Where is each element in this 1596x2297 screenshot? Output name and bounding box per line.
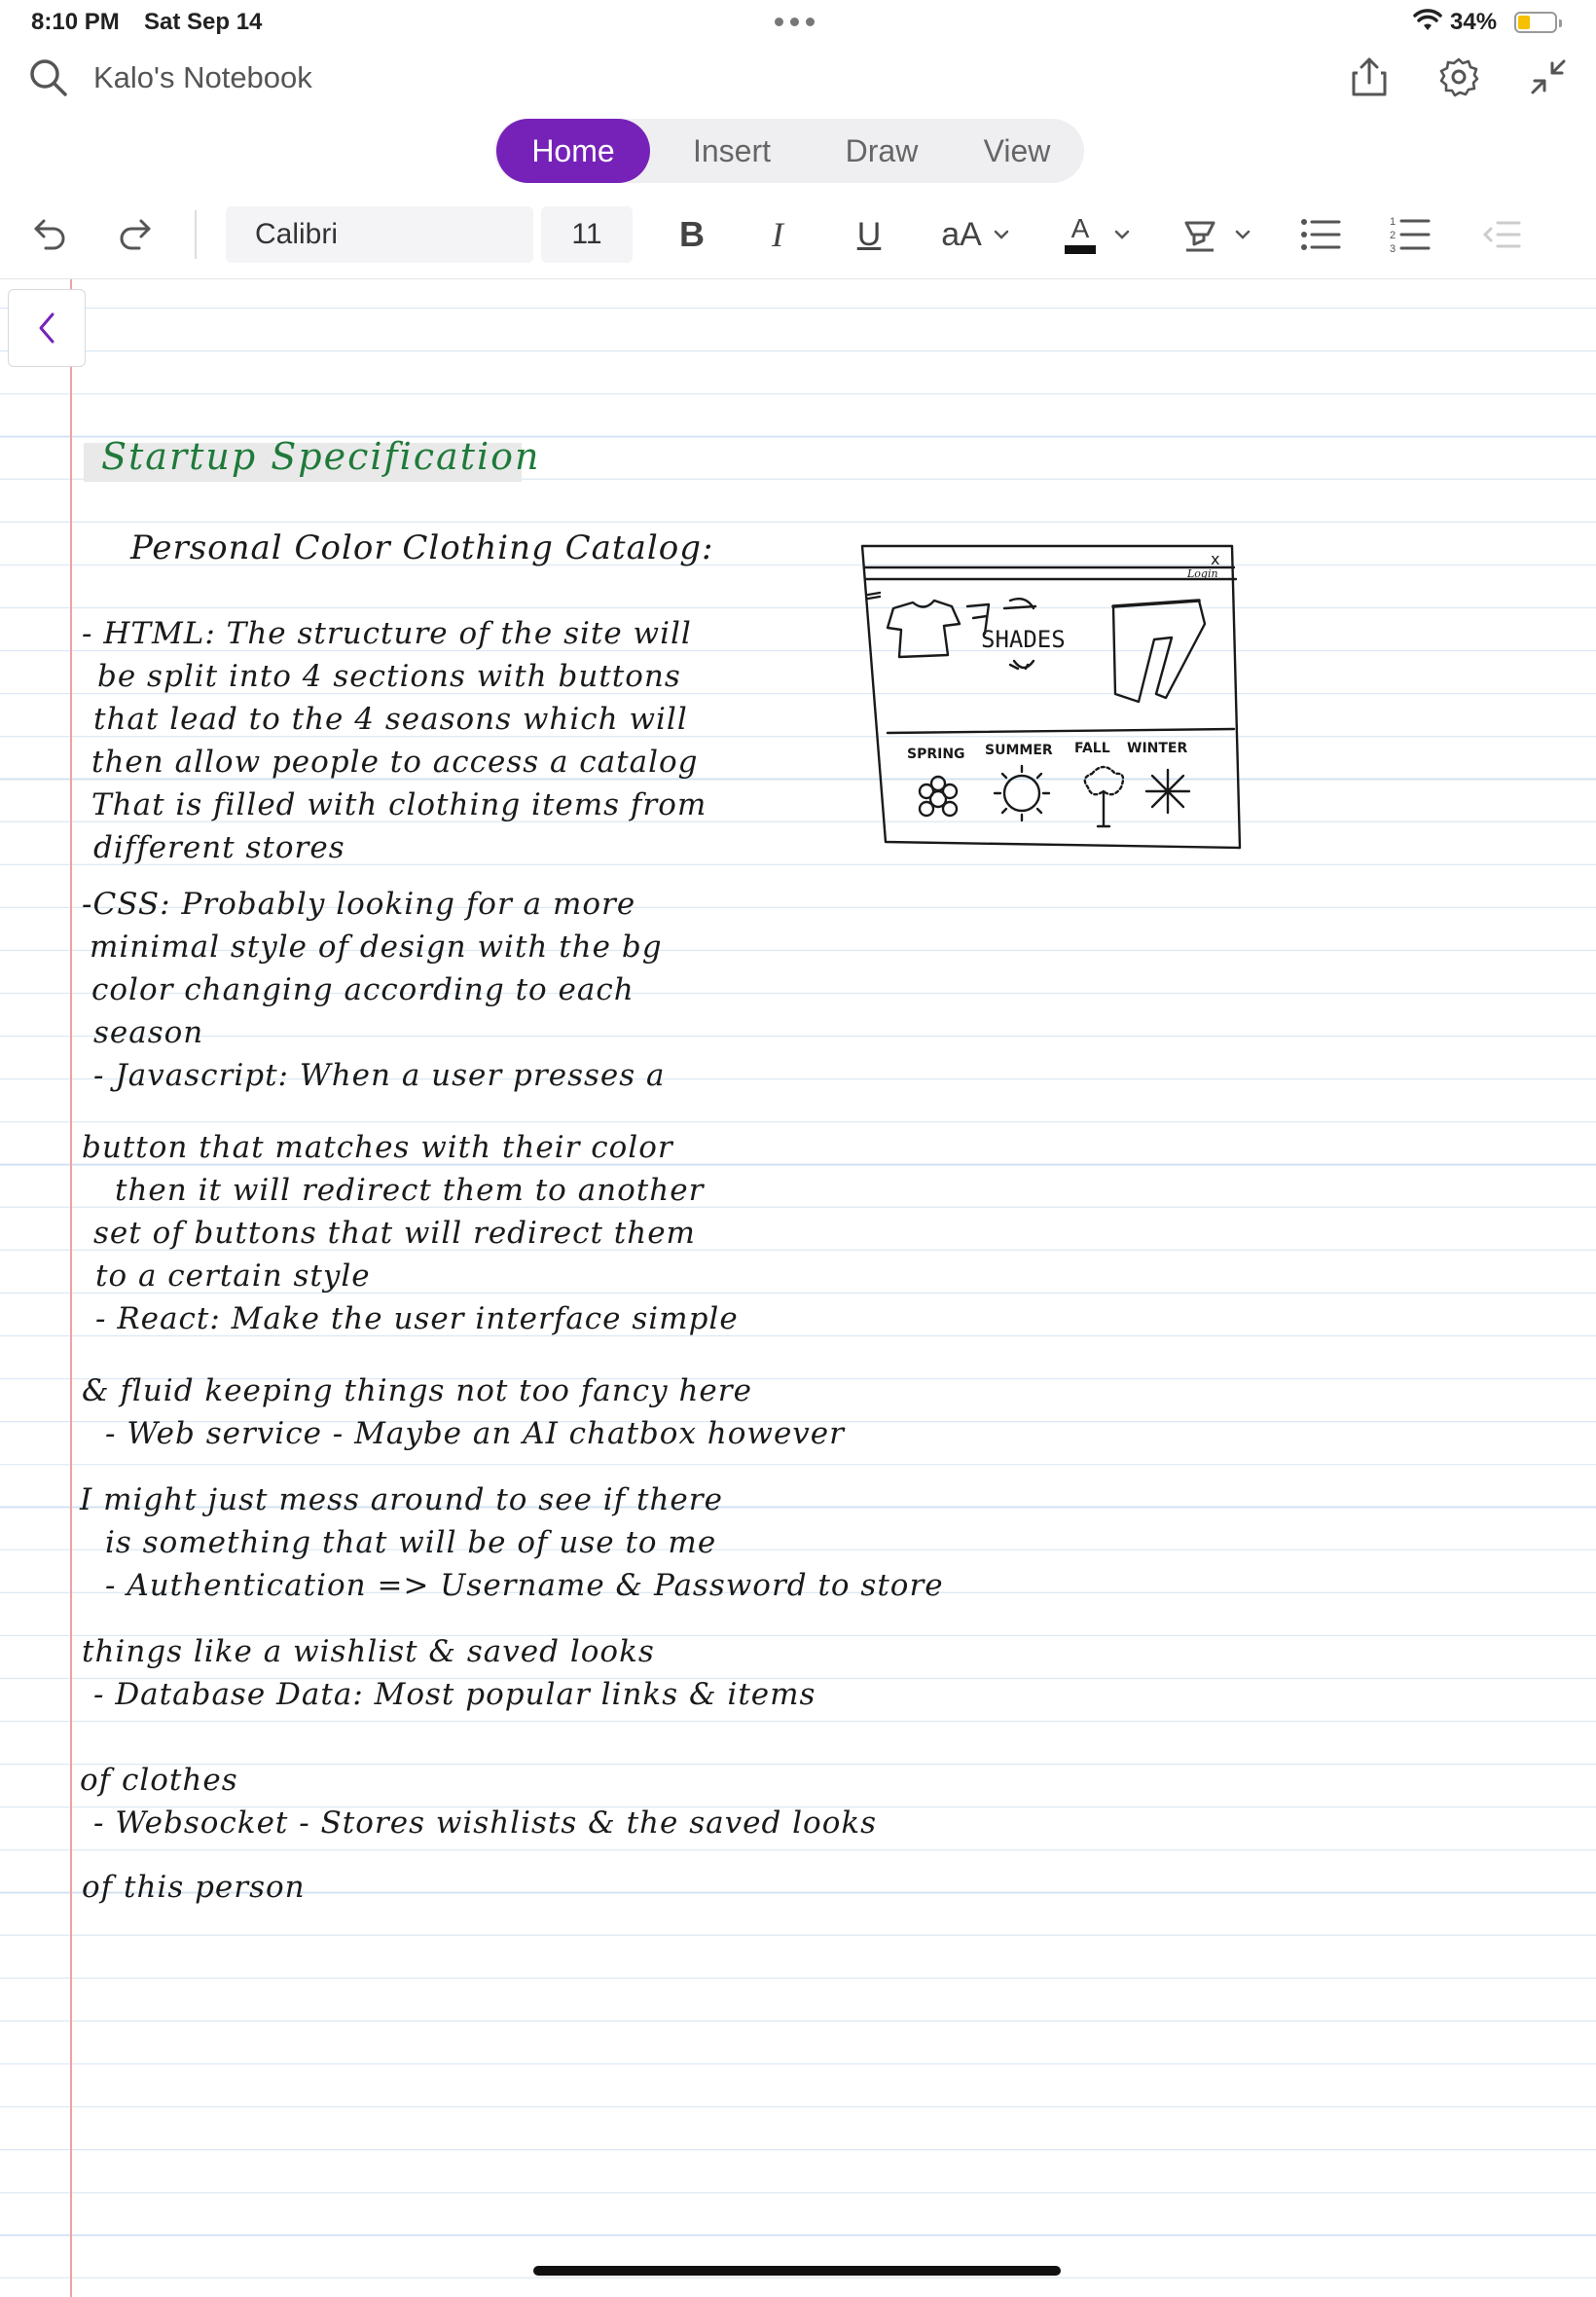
font-name-field[interactable]: Calibri — [226, 206, 533, 263]
note-line: button that matches with their color — [82, 1130, 673, 1165]
tree-icon — [1083, 765, 1125, 828]
note-line: different stores — [93, 830, 345, 865]
note-line: of this person — [82, 1870, 306, 1905]
search-icon[interactable] — [27, 56, 70, 99]
tab-draw[interactable]: Draw — [812, 119, 952, 183]
battery-icon — [1514, 12, 1562, 33]
sunglasses-icon — [1002, 598, 1037, 610]
note-line: then it will redirect them to another — [115, 1173, 705, 1208]
note-title: Startup Specification — [101, 435, 541, 478]
home-indicator[interactable] — [533, 2266, 1061, 2276]
chevron-down-icon[interactable] — [1109, 208, 1135, 261]
sketch-brand-text: SHADES — [981, 626, 1066, 653]
note-line: - HTML: The structure of the site will — [82, 616, 692, 651]
font-color-button[interactable]: A — [1061, 208, 1100, 261]
note-line: then allow people to access a catalog — [91, 745, 699, 780]
toolbar-divider — [195, 210, 197, 259]
snowflake-icon — [1144, 768, 1191, 815]
note-line: season — [93, 1015, 204, 1050]
title-bar: Kalo's Notebook — [0, 43, 1596, 111]
note-line: color changing according to each — [91, 972, 635, 1007]
sketch-season-fall: FALL — [1074, 741, 1110, 756]
underline-button[interactable]: U — [847, 208, 891, 261]
sketch-season-summer: SUMMER — [985, 743, 1053, 758]
flower-icon — [918, 775, 959, 818]
battery-percent: 34% — [1450, 9, 1498, 35]
redo-icon[interactable] — [109, 208, 162, 261]
shirt-icon — [886, 599, 961, 659]
settings-gear-icon[interactable] — [1434, 53, 1483, 101]
svg-text:3: 3 — [1390, 243, 1396, 254]
note-line: - Database Data: Most popular links & it… — [93, 1677, 816, 1712]
decrease-indent-icon[interactable] — [1479, 208, 1524, 261]
note-line: things like a wishlist & saved looks — [82, 1634, 655, 1669]
highlighter-icon[interactable] — [1178, 208, 1222, 261]
website-wireframe-sketch: x Login SHADES SPRING SUMMER FALL WINTER — [860, 544, 1242, 850]
collapse-fullscreen-icon[interactable] — [1524, 53, 1573, 101]
ribbon-tabs: Home Insert Draw View — [494, 119, 1084, 183]
sketch-close-text: x — [1211, 550, 1219, 568]
note-line: - Websocket - Stores wishlists & the sav… — [93, 1805, 878, 1841]
note-line: to a certain style — [95, 1258, 371, 1294]
note-line: - React: Make the user interface simple — [95, 1301, 739, 1336]
note-line: set of buttons that will redirect them — [93, 1216, 696, 1251]
note-line: of clothes — [80, 1763, 238, 1798]
note-line: - Authentication => Username & Password … — [105, 1568, 944, 1603]
status-bar: 8:10 PM Sat Sep 14 34% — [0, 0, 1596, 43]
bold-button[interactable]: B — [670, 208, 714, 261]
chevron-left-icon — [39, 312, 54, 344]
notebook-name[interactable]: Kalo's Notebook — [93, 60, 312, 95]
note-line: & fluid keeping things not too fancy her… — [82, 1373, 752, 1408]
note-line: -CSS: Probably looking for a more — [82, 887, 636, 922]
note-line: that lead to the 4 seasons which will — [93, 702, 688, 737]
wifi-icon — [1413, 9, 1442, 30]
multitasking-dots-icon[interactable] — [775, 18, 815, 26]
note-line: I might just mess around to see if there — [80, 1482, 723, 1517]
font-color-letter: A — [1070, 213, 1090, 243]
share-icon[interactable] — [1345, 53, 1394, 101]
text-size-button[interactable]: aA — [932, 208, 991, 261]
note-subtitle: Personal Color Clothing Catalog: — [130, 529, 714, 567]
tab-insert[interactable]: Insert — [660, 119, 804, 183]
tab-home[interactable]: Home — [496, 119, 650, 183]
pants-icon — [1111, 599, 1207, 704]
numbered-list-icon[interactable]: 1 2 3 — [1388, 208, 1433, 261]
font-size-field[interactable]: 11 — [541, 206, 633, 263]
svg-text:2: 2 — [1390, 230, 1396, 241]
note-page[interactable]: Startup Specification Personal Color Clo… — [0, 279, 1596, 2297]
status-date: Sat Sep 14 — [144, 9, 263, 35]
bulleted-list-icon[interactable] — [1298, 208, 1343, 261]
sketch-season-spring: SPRING — [907, 747, 965, 762]
italic-button[interactable]: I — [755, 208, 800, 261]
undo-icon[interactable] — [23, 208, 76, 261]
back-button[interactable] — [8, 289, 86, 367]
svg-text:1: 1 — [1390, 216, 1396, 228]
note-line: be split into 4 sections with buttons — [97, 659, 681, 694]
sun-icon — [993, 764, 1051, 822]
note-line: - Web service - Maybe an AI chatbox howe… — [105, 1416, 845, 1451]
sketch-season-winter: WINTER — [1127, 741, 1187, 756]
note-line: That is filled with clothing items from — [91, 787, 707, 822]
note-line: - Javascript: When a user presses a — [93, 1058, 666, 1093]
font-color-swatch — [1065, 245, 1096, 254]
chevron-down-icon[interactable] — [989, 208, 1014, 261]
note-line: is something that will be of use to me — [105, 1525, 717, 1560]
status-time: 8:10 PM — [31, 9, 120, 35]
page-margin-line — [70, 279, 72, 2297]
sketch-login-text: Login — [1186, 567, 1218, 580]
formatting-toolbar: Calibri 11 B I U aA A 1 2 3 — [0, 191, 1596, 279]
chevron-down-icon[interactable] — [1230, 208, 1255, 261]
tab-view[interactable]: View — [952, 119, 1082, 183]
note-line: minimal style of design with the bg — [90, 930, 663, 965]
